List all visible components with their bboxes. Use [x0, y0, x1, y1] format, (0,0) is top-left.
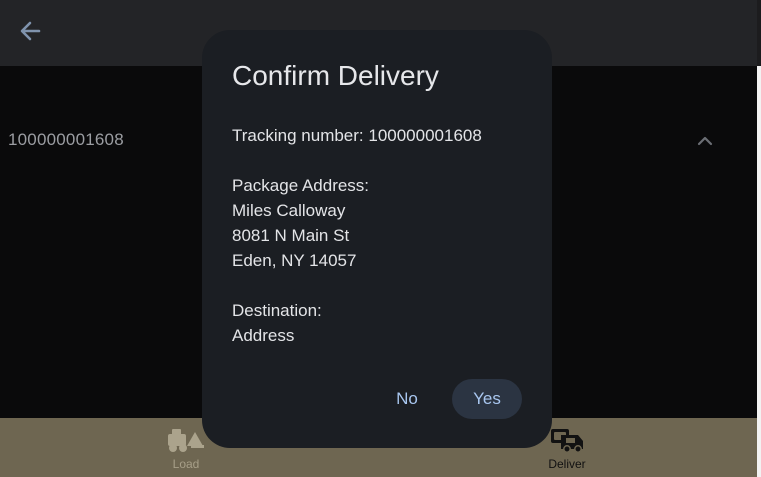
dialog-body: Tracking number: 100000001608 Package Ad… [232, 123, 482, 348]
destination-label: Destination: [232, 301, 322, 320]
background-tracking-number: 100000001608 [8, 130, 124, 149]
window-edge [757, 0, 761, 477]
dialog-title: Confirm Delivery [232, 60, 439, 91]
nav-label-load: Load [172, 457, 200, 471]
arrow-left-icon[interactable] [18, 18, 44, 44]
recipient-name: Miles Calloway [232, 201, 346, 220]
address-street: 8081 N Main St [232, 226, 350, 245]
address-city: Eden, NY 14057 [232, 251, 357, 270]
no-button[interactable]: No [382, 379, 432, 419]
forklift-icon [167, 426, 205, 454]
confirm-delivery-dialog: Confirm Delivery Tracking number: 100000… [202, 30, 552, 448]
yes-button[interactable]: Yes [452, 379, 522, 419]
delivery-truck-icon [548, 426, 586, 454]
nav-label-deliver: Deliver [548, 457, 586, 471]
package-address-label: Package Address: [232, 176, 370, 195]
tracking-number-line: Tracking number: 100000001608 [232, 126, 482, 145]
destination-value: Address [232, 326, 295, 345]
window-edge-top [757, 0, 761, 66]
chevron-up-icon[interactable] [696, 132, 714, 150]
